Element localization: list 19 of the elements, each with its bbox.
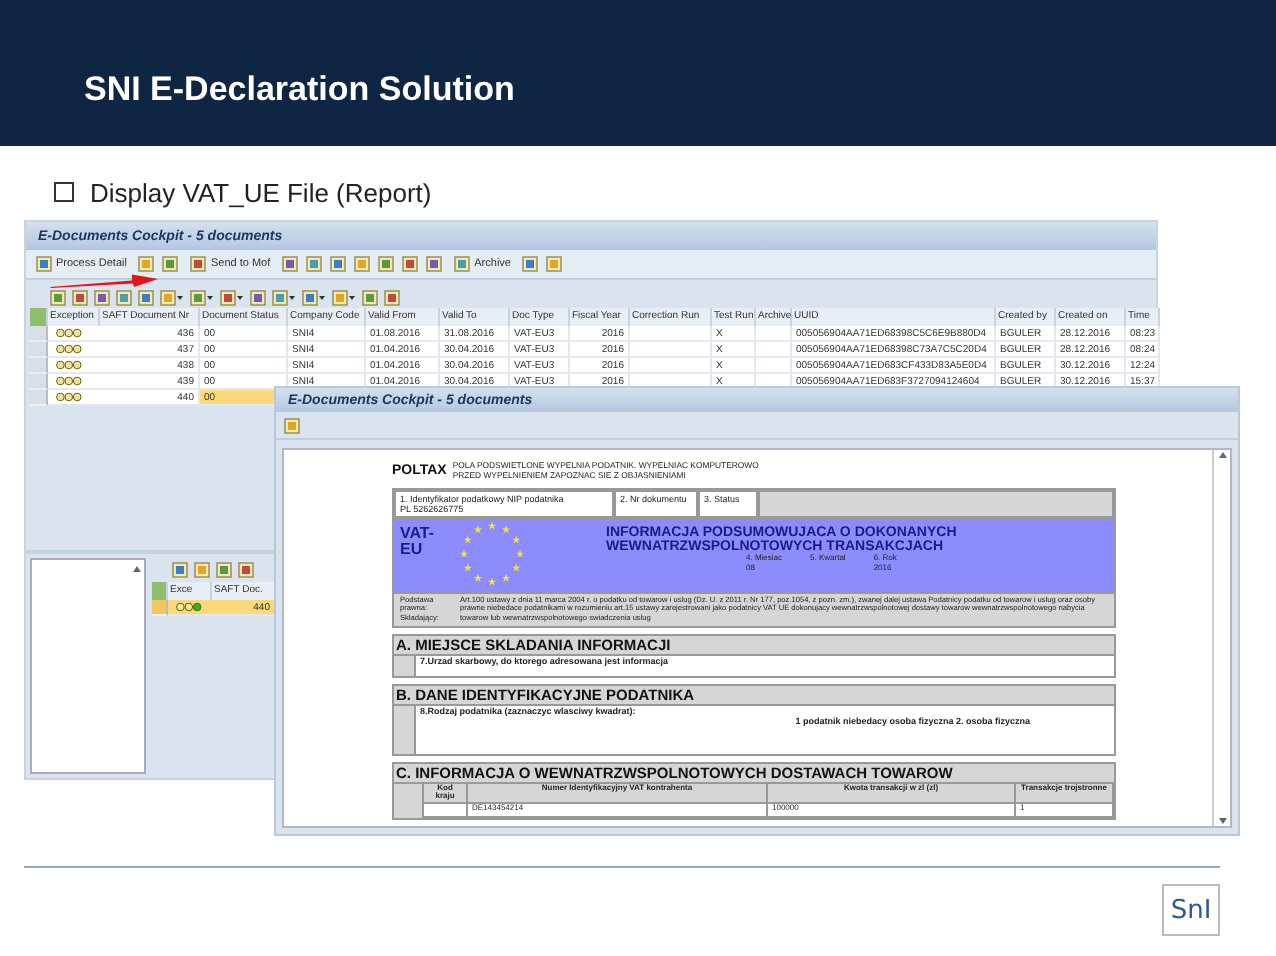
form-code: VAT-EU (398, 522, 437, 563)
slide-title: SNI E-Declaration Solution (84, 70, 515, 110)
bullet-square-icon (54, 182, 74, 202)
dropdown-tool-icon[interactable] (302, 289, 326, 305)
dropdown-tool-icon[interactable] (332, 289, 356, 305)
dropdown-tool-icon[interactable] (160, 289, 184, 305)
bullet-text: Display VAT_UE File (Report) (90, 177, 432, 207)
scroll-up-icon[interactable] (132, 564, 142, 574)
dropdown-tool-icon[interactable] (220, 289, 244, 305)
scroll-up-icon[interactable] (1217, 450, 1227, 460)
scroll-down-icon[interactable] (1217, 816, 1227, 826)
dropdown-tool-icon[interactable] (190, 289, 214, 305)
pointer-arrow (48, 274, 160, 288)
star-circle-drawing (458, 520, 526, 588)
tool-icon[interactable] (36, 256, 52, 272)
dropdown-tool-icon[interactable] (272, 289, 296, 305)
tool-icon[interactable] (250, 289, 266, 305)
company-logo: SnI (1162, 884, 1220, 936)
tool-icon[interactable] (284, 417, 300, 433)
